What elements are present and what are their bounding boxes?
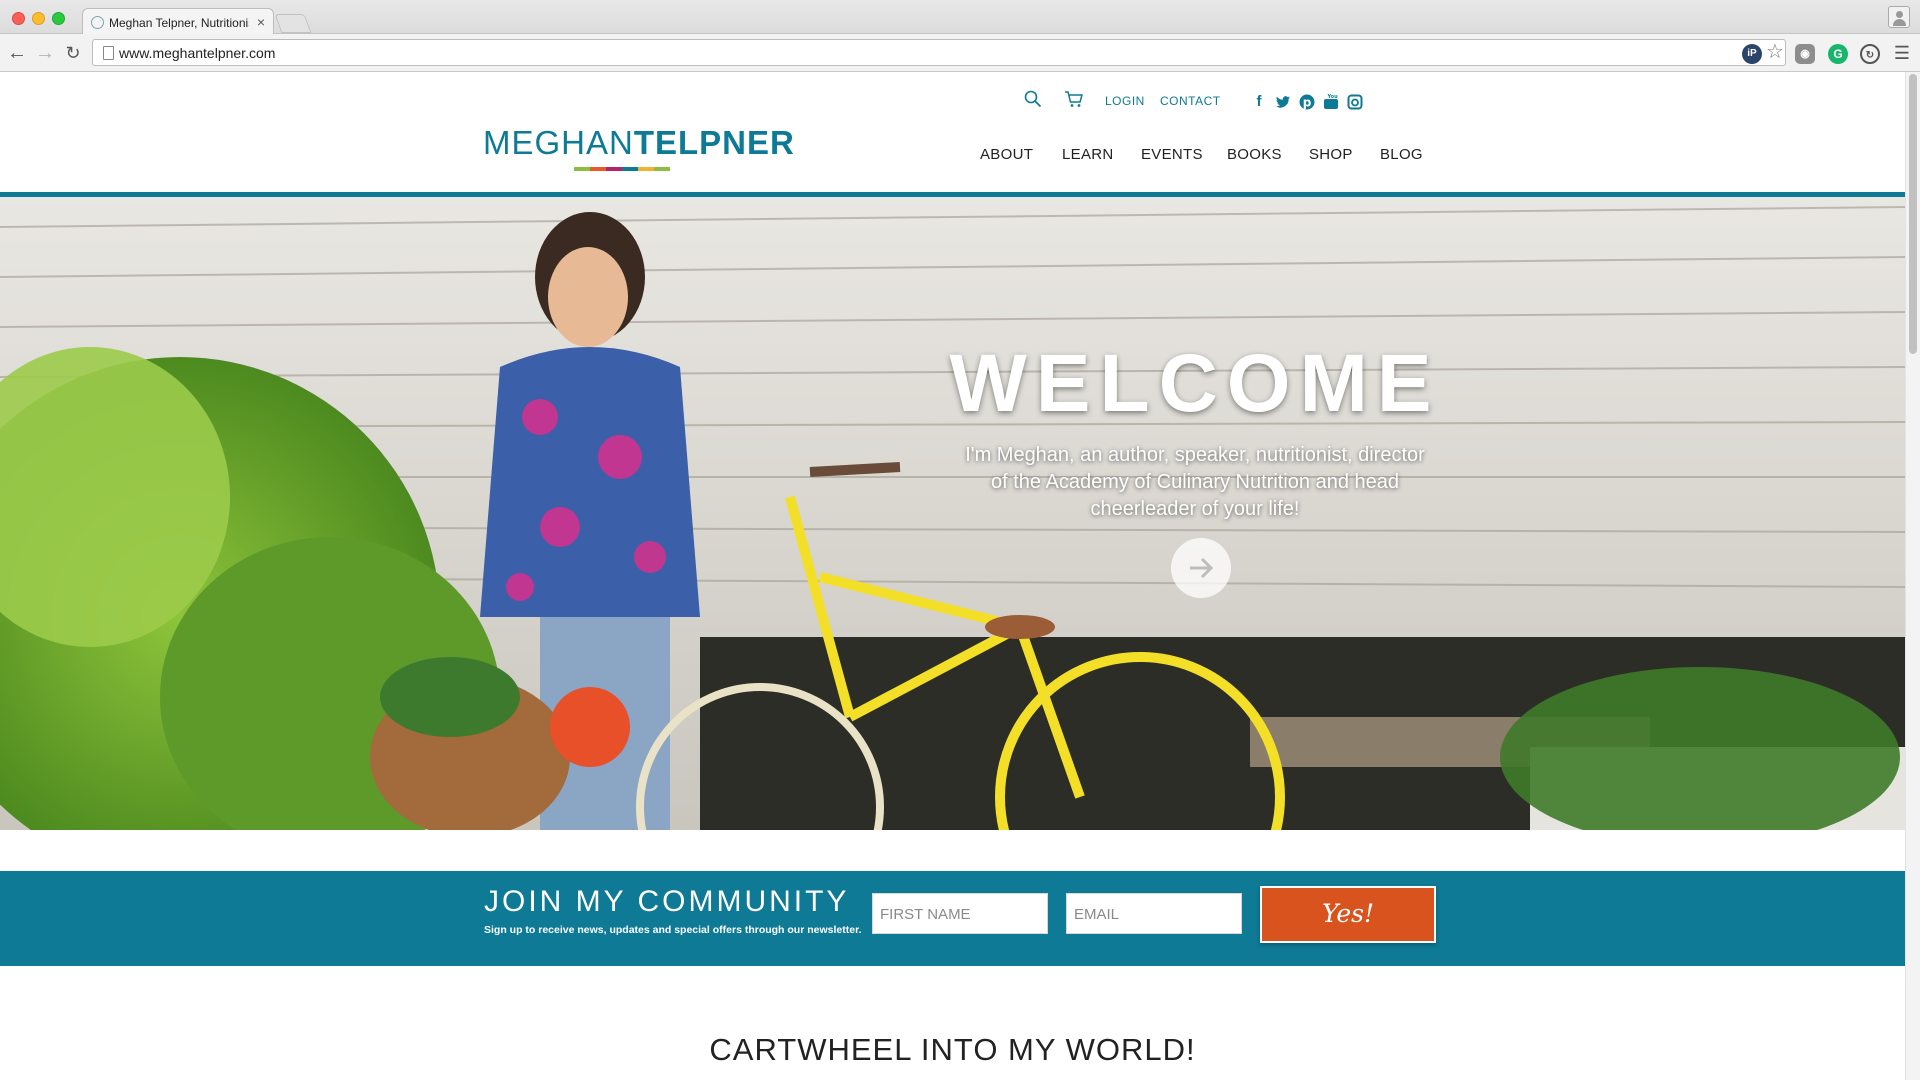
grammarly-extension-icon[interactable]: G bbox=[1828, 44, 1848, 64]
nav-shop[interactable]: SHOP bbox=[1309, 146, 1353, 163]
bookmark-star-icon[interactable]: ☆ bbox=[1764, 42, 1786, 64]
svg-text:p: p bbox=[1303, 96, 1312, 110]
nav-blog[interactable]: BLOG bbox=[1380, 146, 1423, 163]
email-field[interactable]: EMAIL bbox=[1066, 893, 1242, 934]
logo-bar-segment bbox=[654, 167, 670, 171]
section-heading: CARTWHEEL INTO MY WORLD! bbox=[709, 1032, 1196, 1067]
twitter-icon[interactable] bbox=[1275, 94, 1291, 110]
back-arrow-icon[interactable]: ← bbox=[6, 42, 28, 64]
instagram-icon[interactable] bbox=[1347, 94, 1363, 110]
hero-photo bbox=[0, 197, 1905, 830]
tab-close-icon[interactable]: × bbox=[257, 14, 265, 30]
url-text[interactable]: www.meghantelpner.com bbox=[119, 45, 275, 61]
community-subtitle: Sign up to receive news, updates and spe… bbox=[484, 924, 862, 936]
web-page: MEGHANTELPNER LOGIN CONTACT f p You ABOU… bbox=[0, 72, 1920, 1080]
new-tab-button[interactable] bbox=[274, 14, 312, 33]
youtube-icon[interactable]: You bbox=[1323, 94, 1339, 110]
site-logo[interactable]: MEGHANTELPNER bbox=[483, 124, 795, 174]
scrollbar-thumb[interactable] bbox=[1909, 74, 1917, 354]
hero-title: WELCOME bbox=[949, 338, 1441, 429]
community-title: JOIN MY COMMUNITY bbox=[484, 885, 850, 918]
logo-bar-segment bbox=[590, 167, 606, 171]
reload-icon[interactable]: ↻ bbox=[62, 42, 84, 64]
search-icon[interactable] bbox=[1024, 90, 1042, 108]
nav-books[interactable]: BOOKS bbox=[1227, 146, 1282, 163]
browser-tab-bar: Meghan Telpner, Nutritionist × bbox=[0, 0, 1920, 35]
social-links: f p You bbox=[1251, 94, 1363, 112]
tab-title: Meghan Telpner, Nutritionist bbox=[109, 16, 249, 30]
forward-arrow-icon[interactable]: → bbox=[34, 42, 56, 64]
facebook-icon[interactable]: f bbox=[1251, 94, 1267, 110]
hero-next-button[interactable] bbox=[1171, 538, 1231, 598]
page-icon bbox=[103, 46, 114, 60]
close-window-button[interactable] bbox=[12, 12, 25, 25]
contact-link[interactable]: CONTACT bbox=[1160, 94, 1221, 108]
logo-bar-segment bbox=[574, 167, 590, 171]
ghostery-extension-icon[interactable]: ◉ bbox=[1795, 44, 1815, 64]
subscribe-button[interactable]: Yes! bbox=[1260, 886, 1436, 943]
svg-text:You: You bbox=[1327, 94, 1339, 100]
logo-bar-segment bbox=[622, 167, 638, 171]
logo-first-name: MEGHAN bbox=[483, 124, 634, 161]
logo-bar-segment bbox=[606, 167, 622, 171]
nav-events[interactable]: EVENTS bbox=[1141, 146, 1203, 163]
cart-icon[interactable] bbox=[1064, 90, 1084, 108]
browser-tab-active[interactable]: Meghan Telpner, Nutritionist × bbox=[82, 8, 274, 35]
browser-menu-icon[interactable]: ☰ bbox=[1893, 44, 1911, 64]
arrow-right-icon bbox=[1190, 557, 1214, 579]
logo-color-bar bbox=[574, 167, 670, 171]
logo-bar-segment bbox=[638, 167, 654, 171]
sync-extension-icon[interactable]: ↻ bbox=[1860, 44, 1880, 64]
newsletter-signup: JOIN MY COMMUNITY Sign up to receive new… bbox=[0, 871, 1905, 966]
page-scrollbar[interactable] bbox=[1905, 72, 1920, 1080]
browser-toolbar: ← → ↻ www.meghantelpner.com bbox=[0, 34, 1920, 72]
first-name-field[interactable]: FIRST NAME bbox=[872, 893, 1048, 934]
site-header: MEGHANTELPNER LOGIN CONTACT f p You ABOU… bbox=[0, 72, 1905, 197]
address-bar[interactable]: www.meghantelpner.com bbox=[92, 39, 1786, 66]
ip-extension-icon[interactable]: iP bbox=[1742, 44, 1762, 64]
nav-learn[interactable]: LEARN bbox=[1062, 146, 1114, 163]
login-link[interactable]: LOGIN bbox=[1105, 94, 1145, 108]
favicon-icon bbox=[91, 16, 104, 29]
logo-last-name: TELPNER bbox=[633, 124, 795, 161]
maximize-window-button[interactable] bbox=[52, 12, 65, 25]
hero-subtitle: I'm Meghan, an author, speaker, nutritio… bbox=[965, 444, 1425, 520]
hero-banner: WELCOME I'm Meghan, an author, speaker, … bbox=[0, 197, 1905, 830]
pinterest-icon[interactable]: p bbox=[1299, 94, 1315, 110]
minimize-window-button[interactable] bbox=[32, 12, 45, 25]
nav-about[interactable]: ABOUT bbox=[980, 146, 1033, 163]
profile-icon[interactable] bbox=[1888, 6, 1910, 28]
